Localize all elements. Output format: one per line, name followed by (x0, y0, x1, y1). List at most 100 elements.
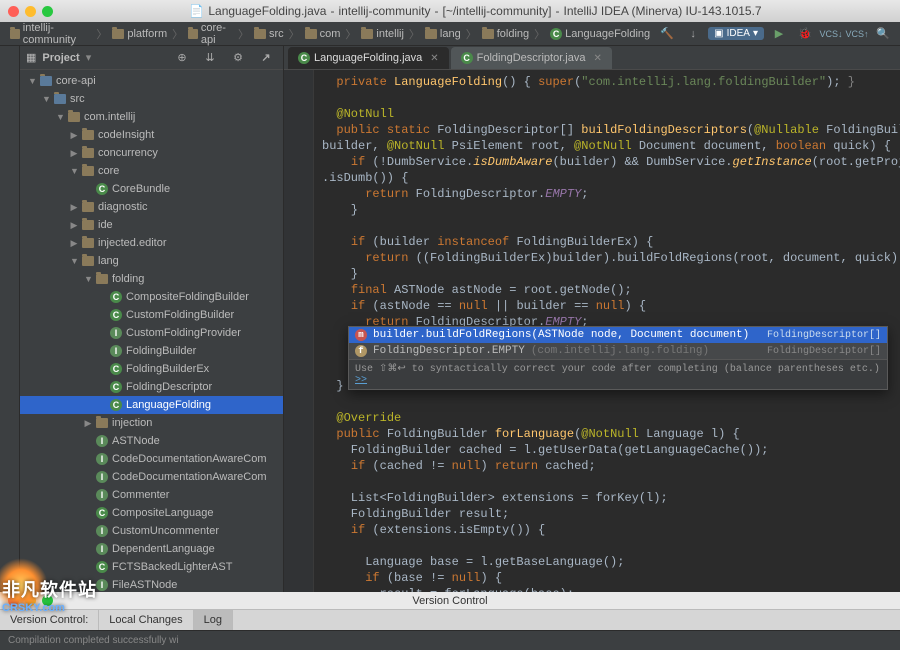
tree-row[interactable]: CFoldingBuilderEx (20, 360, 283, 378)
gutter-row[interactable] (284, 266, 313, 282)
breadcrumb-item[interactable]: intellij (357, 27, 408, 41)
tree-row[interactable]: CCompositeFoldingBuilder (20, 288, 283, 306)
tree-row[interactable]: injection (20, 414, 283, 432)
code-line[interactable]: builder, @NotNull PsiElement root, @NotN… (322, 138, 900, 154)
gutter-row[interactable] (284, 522, 313, 538)
gutter-row[interactable] (284, 138, 313, 154)
code-line[interactable] (322, 394, 900, 410)
gutter-row[interactable] (284, 154, 313, 170)
code-line[interactable]: FoldingBuilder cached = l.getUserData(ge… (322, 442, 900, 458)
vc-min-button[interactable] (25, 595, 36, 606)
gutter-row[interactable] (284, 426, 313, 442)
tree-row[interactable]: ICommenter (20, 486, 283, 504)
completion-item[interactable]: fFoldingDescriptor.EMPTY (com.intellij.l… (349, 343, 887, 359)
tree-row[interactable]: CFoldingDescriptor (20, 378, 283, 396)
gutter-row[interactable] (284, 186, 313, 202)
gutter-row[interactable] (284, 218, 313, 234)
tree-expand-icon[interactable] (70, 220, 78, 231)
code-line[interactable] (322, 538, 900, 554)
code-line[interactable]: List<FoldingBuilder> extensions = forKey… (322, 490, 900, 506)
tree-row[interactable]: IFoldingBuilder (20, 342, 283, 360)
tree-expand-icon[interactable] (70, 130, 78, 141)
code-line[interactable]: private LanguageFolding() { super("com.i… (322, 74, 900, 90)
tree-row[interactable]: core-api (20, 72, 283, 90)
nav-back-button[interactable]: ↓ (682, 24, 704, 44)
search-button[interactable] (872, 24, 894, 44)
tree-row[interactable]: CCoreBundle (20, 180, 283, 198)
tree-expand-icon[interactable] (84, 274, 92, 284)
run-config-selector[interactable]: ▣ IDEA ▾ (708, 27, 764, 40)
hide-panel-button[interactable] (255, 48, 277, 68)
gutter-row[interactable] (284, 122, 313, 138)
breadcrumb-item[interactable]: com (301, 27, 345, 41)
code-line[interactable]: .isDumb()) { (322, 170, 900, 186)
gutter-row[interactable] (284, 250, 313, 266)
gutter-row[interactable] (284, 330, 313, 346)
tree-row[interactable]: ICustomFoldingProvider (20, 324, 283, 342)
tree-row[interactable]: CCompositeLanguage (20, 504, 283, 522)
breadcrumb-item[interactable]: src (250, 27, 288, 41)
gutter-row[interactable] (284, 458, 313, 474)
gutter-row[interactable] (284, 554, 313, 570)
version-control-header[interactable]: Version Control (0, 592, 900, 610)
code-line[interactable]: if (!DumbService.isDumbAware(builder) &&… (322, 154, 900, 170)
breadcrumb-item[interactable]: lang (421, 27, 465, 41)
tool-window-tab[interactable]: Local Changes (99, 610, 193, 630)
code-line[interactable]: public static FoldingDescriptor[] buildF… (322, 122, 900, 138)
breadcrumb-item[interactable]: folding (478, 27, 533, 41)
project-tree[interactable]: core-apisrccom.intellijcodeInsightconcur… (20, 70, 283, 592)
tree-row[interactable]: lang (20, 252, 283, 270)
code-line[interactable] (322, 90, 900, 106)
completion-item[interactable]: mbuilder.buildFoldRegions(ASTNode node, … (349, 327, 887, 343)
gutter-row[interactable] (284, 474, 313, 490)
tree-expand-icon[interactable] (70, 166, 78, 176)
vcs-update-button[interactable]: VCS↓ (820, 24, 842, 44)
editor-gutter[interactable] (284, 70, 314, 592)
code-line[interactable]: return ((FoldingBuilderEx)builder).build… (322, 250, 900, 266)
tree-row[interactable]: ICodeDocumentationAwareCom (20, 450, 283, 468)
code-line[interactable]: public FoldingBuilder forLanguage(@NotNu… (322, 426, 900, 442)
code-line[interactable]: if (base != null) { (322, 570, 900, 586)
editor-tab[interactable]: CFoldingDescriptor.java✕ (451, 47, 612, 69)
tree-row[interactable]: folding (20, 270, 283, 288)
code-line[interactable]: @NotNull (322, 106, 900, 122)
close-window-button[interactable] (8, 6, 19, 17)
breadcrumb-item[interactable]: CLanguageFolding (546, 27, 654, 41)
tree-row[interactable]: IASTNode (20, 432, 283, 450)
tree-row[interactable]: injected.editor (20, 234, 283, 252)
run-button[interactable]: ▶ (768, 24, 790, 44)
code-editor[interactable]: private LanguageFolding() { super("com.i… (284, 70, 900, 592)
gutter-row[interactable] (284, 410, 313, 426)
completion-popup[interactable]: mbuilder.buildFoldRegions(ASTNode node, … (348, 326, 888, 390)
tree-row[interactable]: CLanguageFolding (20, 396, 283, 414)
tree-row[interactable]: ide (20, 216, 283, 234)
gutter-row[interactable] (284, 538, 313, 554)
gutter-row[interactable] (284, 170, 313, 186)
tree-row[interactable]: IFileASTNode (20, 576, 283, 592)
tool-window-tab[interactable]: Log (194, 610, 233, 630)
gutter-row[interactable] (284, 106, 313, 122)
tree-expand-icon[interactable] (84, 418, 92, 429)
make-button[interactable]: 🔨 (656, 24, 678, 44)
close-tab-icon[interactable]: ✕ (594, 53, 602, 64)
breadcrumb-item[interactable]: platform (108, 27, 171, 41)
code-line[interactable]: return FoldingDescriptor.EMPTY; (322, 186, 900, 202)
tree-row[interactable]: com.intellij (20, 108, 283, 126)
code-line[interactable]: if (astNode == null || builder == null) … (322, 298, 900, 314)
tree-row[interactable]: diagnostic (20, 198, 283, 216)
code-line[interactable]: } (322, 266, 900, 282)
gutter-row[interactable] (284, 90, 313, 106)
tree-expand-icon[interactable] (70, 202, 78, 213)
code-line[interactable]: FoldingBuilder result; (322, 506, 900, 522)
code-line[interactable]: @Override (322, 410, 900, 426)
breadcrumb-item[interactable]: intellij-community (6, 21, 95, 47)
code-line[interactable]: if (builder instanceof FoldingBuilderEx)… (322, 234, 900, 250)
tree-expand-icon[interactable] (70, 148, 78, 159)
gutter-row[interactable] (284, 570, 313, 586)
minimize-window-button[interactable] (25, 6, 36, 17)
tree-row[interactable]: concurrency (20, 144, 283, 162)
code-line[interactable]: if (cached != null) return cached; (322, 458, 900, 474)
breadcrumb-item[interactable]: core-api (184, 21, 237, 47)
close-tab-icon[interactable]: ✕ (430, 53, 438, 64)
panel-settings-button[interactable] (227, 48, 249, 68)
